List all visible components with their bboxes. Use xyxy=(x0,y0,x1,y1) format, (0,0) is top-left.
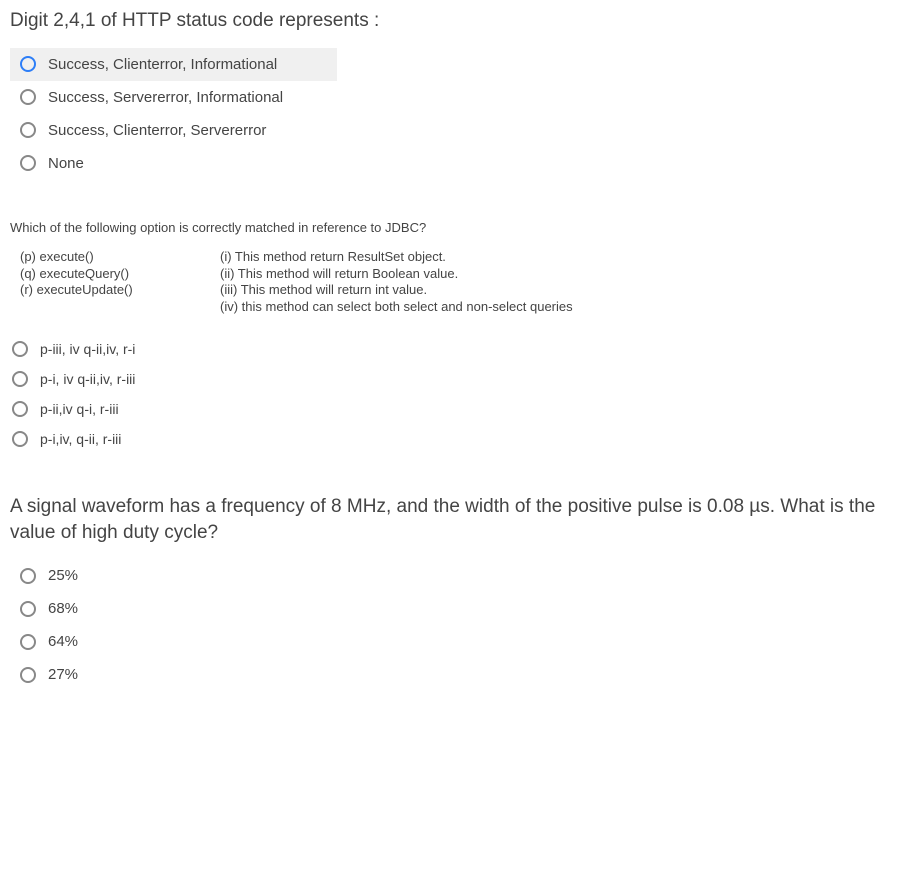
question-2: Which of the following option is correct… xyxy=(10,220,896,455)
q2-option-3-label: p-ii,iv q-i, r-iii xyxy=(40,401,119,417)
q2-option-2-label: p-i, iv q-ii,iv, r-iii xyxy=(40,371,135,387)
radio-icon xyxy=(20,568,36,584)
question-3-title: A signal waveform has a frequency of 8 M… xyxy=(10,494,896,545)
q3-option-2-label: 68% xyxy=(48,600,78,617)
match-left-2: (q) executeQuery() xyxy=(20,266,220,283)
q1-option-4[interactable]: None xyxy=(10,147,896,180)
q2-option-2[interactable]: p-i, iv q-ii,iv, r-iii xyxy=(10,364,896,394)
q1-option-2-label: Success, Servererror, Informational xyxy=(48,89,283,106)
match-right-4: (iv) this method can select both select … xyxy=(220,299,573,316)
radio-icon xyxy=(20,155,36,171)
radio-icon xyxy=(12,401,28,417)
q2-option-1-label: p-iii, iv q-ii,iv, r-i xyxy=(40,341,135,357)
q1-option-1[interactable]: Success, Clienterror, Informational xyxy=(10,48,337,81)
radio-icon xyxy=(20,122,36,138)
radio-icon xyxy=(20,89,36,105)
q3-option-4[interactable]: 27% xyxy=(10,658,896,691)
question-3: A signal waveform has a frequency of 8 M… xyxy=(10,494,896,691)
radio-icon xyxy=(20,667,36,683)
radio-icon xyxy=(12,371,28,387)
match-left-1: (p) execute() xyxy=(20,249,220,266)
q3-option-1-label: 25% xyxy=(48,567,78,584)
q1-option-4-label: None xyxy=(48,155,84,172)
q1-option-2[interactable]: Success, Servererror, Informational xyxy=(10,81,896,114)
question-1: Digit 2,4,1 of HTTP status code represen… xyxy=(10,8,896,180)
match-right-col: (i) This method return ResultSet object.… xyxy=(220,249,573,317)
q1-option-3-label: Success, Clienterror, Servererror xyxy=(48,122,266,139)
q1-option-3[interactable]: Success, Clienterror, Servererror xyxy=(10,114,896,147)
q3-option-3-label: 64% xyxy=(48,633,78,650)
q1-option-1-label: Success, Clienterror, Informational xyxy=(48,56,277,73)
q2-option-1[interactable]: p-iii, iv q-ii,iv, r-i xyxy=(10,334,896,364)
radio-icon xyxy=(12,341,28,357)
match-left-3: (r) executeUpdate() xyxy=(20,282,220,299)
q2-option-4[interactable]: p-i,iv, q-ii, r-iii xyxy=(10,424,896,454)
match-right-2: (ii) This method will return Boolean val… xyxy=(220,266,573,283)
radio-icon xyxy=(20,634,36,650)
radio-icon xyxy=(20,56,36,72)
q2-option-4-label: p-i,iv, q-ii, r-iii xyxy=(40,431,121,447)
radio-icon xyxy=(20,601,36,617)
question-1-title: Digit 2,4,1 of HTTP status code represen… xyxy=(10,8,896,34)
q3-option-1[interactable]: 25% xyxy=(10,559,896,592)
q3-option-2[interactable]: 68% xyxy=(10,592,896,625)
match-right-3: (iii) This method will return int value. xyxy=(220,282,573,299)
q2-option-3[interactable]: p-ii,iv q-i, r-iii xyxy=(10,394,896,424)
question-2-title: Which of the following option is correct… xyxy=(10,220,896,235)
match-left-col: (p) execute() (q) executeQuery() (r) exe… xyxy=(20,249,220,317)
match-right-1: (i) This method return ResultSet object. xyxy=(220,249,573,266)
q3-option-4-label: 27% xyxy=(48,666,78,683)
radio-icon xyxy=(12,431,28,447)
match-columns: (p) execute() (q) executeQuery() (r) exe… xyxy=(20,249,896,317)
q3-option-3[interactable]: 64% xyxy=(10,625,896,658)
